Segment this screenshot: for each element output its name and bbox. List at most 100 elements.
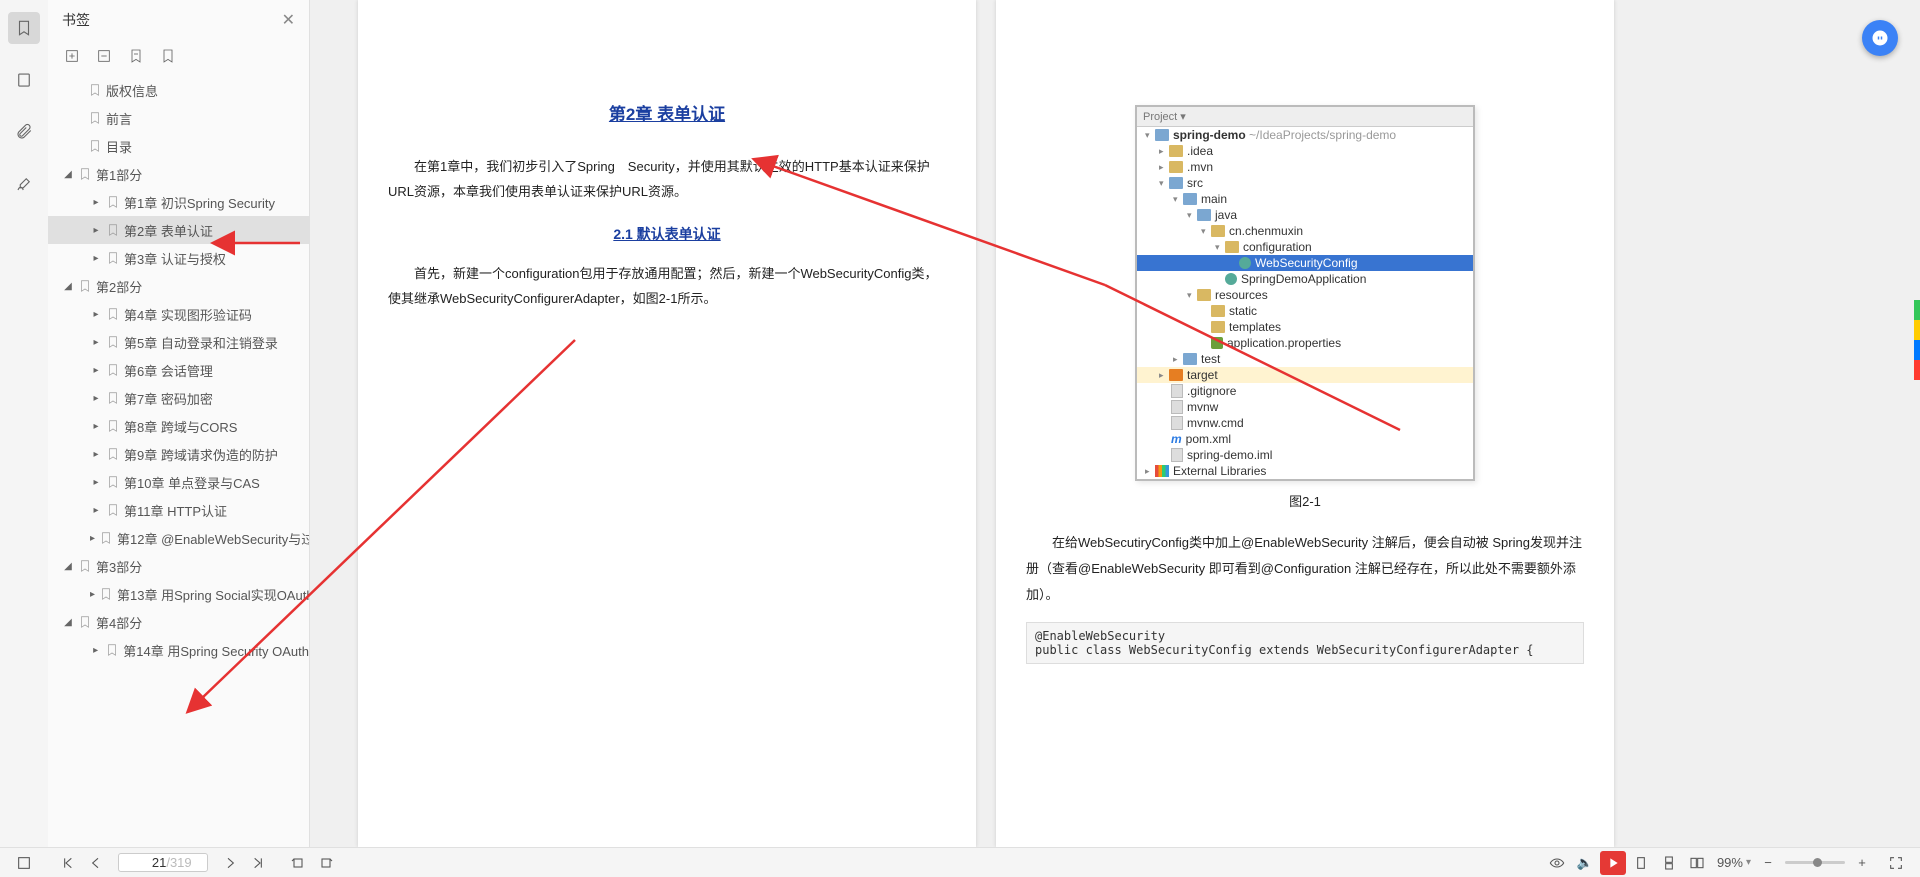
collapse-all-icon[interactable] (94, 46, 114, 66)
zoom-in-button[interactable]: + (1849, 851, 1875, 875)
bookmark-item-ch10[interactable]: ▸第10章 单点登录与CAS (48, 468, 309, 496)
ide-node: spring-demo.iml (1187, 448, 1272, 462)
page-number-field[interactable] (134, 855, 166, 870)
paragraph: 在第1章中，我们初步引入了Spring Security，并使用其默认生效的HT… (388, 155, 946, 204)
code-block: @EnableWebSecurity public class WebSecur… (1026, 622, 1584, 664)
prev-page-button[interactable] (83, 851, 109, 875)
bookmark-item-ch13[interactable]: ▸第13章 用Spring Social实现OAuth (48, 580, 309, 608)
last-page-button[interactable] (245, 851, 271, 875)
bookmark-label: 前言 (106, 109, 132, 128)
record-button[interactable] (1600, 851, 1626, 875)
paragraph: 在给WebSecutiryConfig类中加上@EnableWebSecurit… (1026, 530, 1584, 608)
page-number-input[interactable]: /319 (118, 853, 208, 872)
chapter-heading: 第2章 表单认证 (388, 100, 946, 125)
footer-toolbar: /319 🔈 99% ▾ − + (0, 847, 1920, 877)
bookmarks-rail-button[interactable] (8, 12, 40, 44)
speaker-button[interactable]: 🔈 (1572, 851, 1598, 875)
bookmark-item-ch12[interactable]: ▸第12章 @EnableWebSecurity与过滤器 (48, 524, 309, 552)
close-icon[interactable]: ✕ (282, 10, 295, 30)
sign-rail-button[interactable] (8, 168, 40, 200)
paragraph: 首先，新建一个configuration包用于存放通用配置；然后，新建一个Web… (388, 262, 946, 311)
two-page-button[interactable] (1684, 851, 1710, 875)
bookmark-toolbar (48, 40, 309, 72)
ide-node: static (1229, 304, 1257, 318)
ide-node: application.properties (1227, 336, 1341, 350)
bookmark-tree: 版权信息 前言 目录 ◢第1部分 ▸第1章 初识Spring Security … (48, 72, 309, 847)
rotate-left-button[interactable] (285, 851, 311, 875)
bookmark-item-ch8[interactable]: ▸第8章 跨域与CORS (48, 412, 309, 440)
bookmark-item-ch6[interactable]: ▸第6章 会话管理 (48, 356, 309, 384)
bookmark-label: 第12章 @EnableWebSecurity与过滤器 (117, 529, 309, 548)
bookmark-label: 第4部分 (96, 613, 142, 632)
bookmark-item-preface[interactable]: 前言 (48, 104, 309, 132)
ide-node: templates (1229, 320, 1281, 334)
bookmark-label: 第10章 单点登录与CAS (124, 473, 260, 492)
assistant-float-button[interactable] (1862, 20, 1898, 56)
bookmark-item-ch2[interactable]: ▸第2章 表单认证 (48, 216, 309, 244)
ide-node: .idea (1187, 144, 1213, 158)
bookmark-label: 第11章 HTTP认证 (124, 501, 227, 520)
single-page-button[interactable] (1628, 851, 1654, 875)
bookmark-item-ch4[interactable]: ▸第4章 实现图形验证码 (48, 300, 309, 328)
rotate-right-button[interactable] (313, 851, 339, 875)
left-icon-rail (0, 0, 48, 847)
bookmark-label: 版权信息 (106, 81, 158, 100)
figure-label: 图2-1 (1026, 491, 1584, 510)
bookmark-item-ch1[interactable]: ▸第1章 初识Spring Security (48, 188, 309, 216)
bookmark-item-ch9[interactable]: ▸第9章 跨域请求伪造的防护 (48, 440, 309, 468)
bookmark-item-ch3[interactable]: ▸第3章 认证与授权 (48, 244, 309, 272)
ide-root: spring-demo (1173, 128, 1246, 142)
ide-node: pom.xml (1186, 432, 1231, 446)
zoom-out-button[interactable]: − (1755, 851, 1781, 875)
bookmark-item-copyright[interactable]: 版权信息 (48, 76, 309, 104)
first-page-button[interactable] (55, 851, 81, 875)
bookmark-item-ch11[interactable]: ▸第11章 HTTP认证 (48, 496, 309, 524)
bookmark-label: 第3章 认证与授权 (124, 249, 226, 268)
ide-node: .mvn (1187, 160, 1213, 174)
ide-node: target (1187, 368, 1218, 382)
bookmark-panel: 书签 ✕ 版权信息 前言 目录 ◢第1部分 ▸第1章 初识Spring Secu… (48, 0, 310, 847)
bookmark-item-ch14[interactable]: ▸第14章 用Spring Security OAuth (48, 636, 309, 664)
ide-node: mvnw (1187, 400, 1218, 414)
bookmark-label: 第2部分 (96, 277, 142, 296)
eye-protect-button[interactable] (1544, 851, 1570, 875)
bookmark-label: 第1章 初识Spring Security (124, 193, 275, 212)
ide-node: main (1201, 192, 1227, 206)
ide-node: .gitignore (1187, 384, 1236, 398)
pdf-page-left: 第2章 表单认证 在第1章中，我们初步引入了Spring Security，并使… (358, 0, 976, 847)
bookmark-outline-icon[interactable] (158, 46, 178, 66)
next-page-button[interactable] (217, 851, 243, 875)
bookmark-item-toc[interactable]: 目录 (48, 132, 309, 160)
bookmark-label: 第6章 会话管理 (124, 361, 213, 380)
ide-screenshot: Project ▾ ▾spring-demo ~/IdeaProjects/sp… (1135, 105, 1475, 481)
bookmark-item-ch7[interactable]: ▸第7章 密码加密 (48, 384, 309, 412)
pdf-page-right: Project ▾ ▾spring-demo ~/IdeaProjects/sp… (996, 0, 1614, 847)
ide-node: configuration (1243, 240, 1312, 254)
bookmark-label: 目录 (106, 137, 132, 156)
bookmark-item-part2[interactable]: ◢第2部分 (48, 272, 309, 300)
bookmark-header: 书签 ✕ (48, 0, 309, 40)
continuous-button[interactable] (1656, 851, 1682, 875)
expand-all-icon[interactable] (62, 46, 82, 66)
ide-root-path: ~/IdeaProjects/spring-demo (1249, 128, 1396, 142)
bookmark-item-part3[interactable]: ◢第3部分 (48, 552, 309, 580)
document-area: 第2章 表单认证 在第1章中，我们初步引入了Spring Security，并使… (310, 0, 1920, 847)
bookmark-label: 第13章 用Spring Social实现OAuth (117, 585, 309, 604)
pages-rail-button[interactable] (8, 64, 40, 96)
attachments-rail-button[interactable] (8, 116, 40, 148)
ide-node: cn.chenmuxin (1229, 224, 1303, 238)
ide-node: test (1201, 352, 1220, 366)
add-bookmark-icon[interactable] (126, 46, 146, 66)
bookmark-label: 第4章 实现图形验证码 (124, 305, 252, 324)
page-total: /319 (166, 855, 191, 870)
zoom-slider[interactable] (1785, 861, 1845, 864)
fullscreen-button[interactable] (1883, 851, 1909, 875)
bookmark-item-ch5[interactable]: ▸第5章 自动登录和注销登录 (48, 328, 309, 356)
bookmark-label: 第8章 跨域与CORS (124, 417, 237, 436)
view-mode-button[interactable] (11, 851, 37, 875)
ide-node-selected: WebSecurityConfig (1255, 256, 1358, 270)
bookmark-item-part4[interactable]: ◢第4部分 (48, 608, 309, 636)
bookmark-item-part1[interactable]: ◢第1部分 (48, 160, 309, 188)
edge-color-bars (1914, 300, 1920, 380)
zoom-control: 99% ▾ − + (1717, 851, 1876, 875)
